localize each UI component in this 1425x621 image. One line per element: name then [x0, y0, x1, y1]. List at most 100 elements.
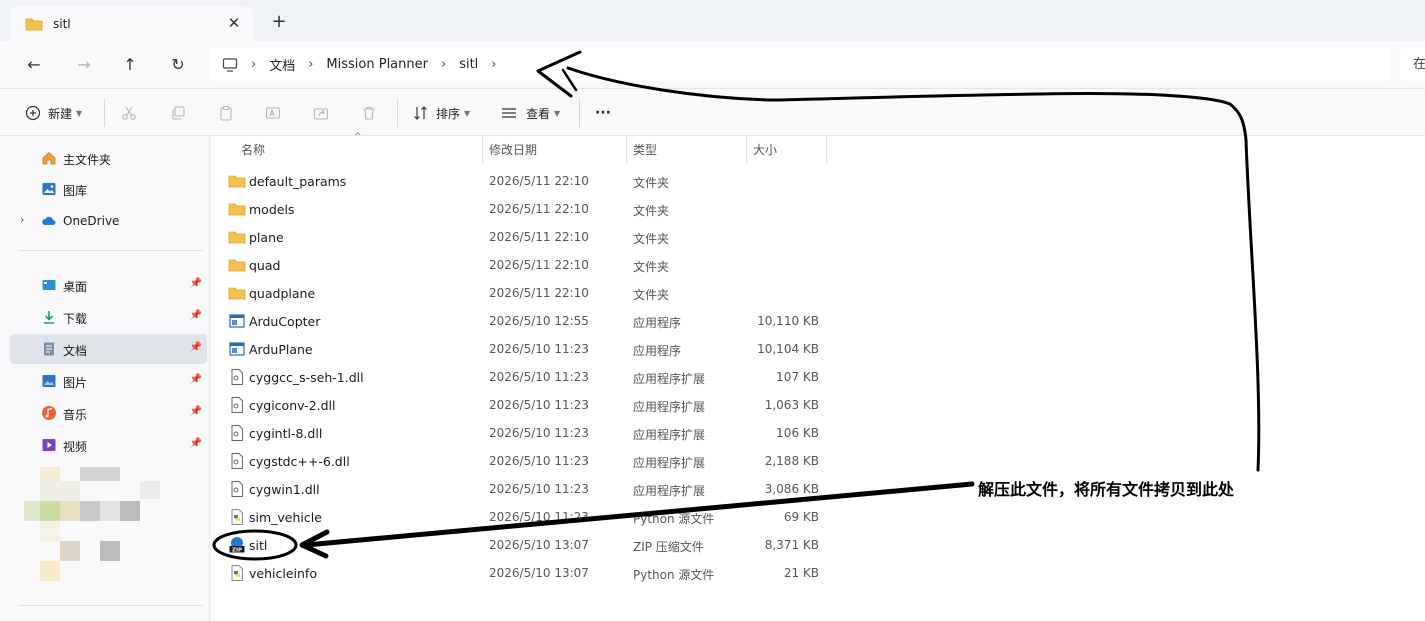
delete-button[interactable]	[361, 101, 377, 125]
pin-icon[interactable]: 📌	[190, 438, 202, 449]
column-header-size[interactable]: 大小	[753, 135, 777, 163]
column-divider[interactable]	[626, 136, 627, 164]
file-row[interactable]: cyggcc_s-seh-1.dll 2026/5/10 11:23 应用程序扩展 1…	[215, 363, 835, 391]
file-row[interactable]: quad 2026/5/11 22:10 文件夹	[215, 251, 835, 279]
file-name: ArduPlane	[249, 342, 313, 357]
back-button[interactable]: ←	[22, 53, 46, 77]
column-header-modified[interactable]: 修改日期	[489, 135, 537, 163]
file-type: 应用程序	[633, 344, 682, 358]
file-size: 10,104 KB	[757, 342, 819, 356]
sidebar-item-pictures[interactable]: 图片 📌	[10, 366, 207, 396]
file-row[interactable]: quadplane 2026/5/11 22:10 文件夹	[215, 279, 835, 307]
column-divider[interactable]	[482, 136, 483, 164]
file-row[interactable]: cygwin1.dll 2026/5/10 11:23 应用程序扩展 3,086 KB	[215, 475, 835, 503]
file-row[interactable]: models 2026/5/11 22:10 文件夹	[215, 195, 835, 223]
file-row[interactable]: vehicleinfo 2026/5/10 13:07 Python 源文件 21 K…	[215, 559, 835, 587]
navigation-pane: 主文件夹 图库 › OneDrive 桌面 📌 下载 📌 文档 📌 图片 📌 音…	[0, 136, 210, 621]
more-options-button[interactable]: ···	[595, 101, 611, 125]
breadcrumb-separator[interactable]: ›	[441, 57, 446, 72]
pin-icon[interactable]: 📌	[190, 342, 202, 353]
share-button[interactable]	[313, 101, 329, 125]
title-bar: sitl ✕ +	[0, 0, 1425, 41]
sidebar-item-music[interactable]: 音乐 📌	[10, 398, 207, 428]
file-row[interactable]: sim_vehicle 2026/5/10 11:23 Python 源文件 69 K…	[215, 503, 835, 531]
computer-icon[interactable]	[222, 57, 238, 73]
tab-sitl[interactable]: sitl ✕	[10, 6, 253, 41]
file-row[interactable]: cygiconv-2.dll 2026/5/10 11:23 应用程序扩展 1,063…	[215, 391, 835, 419]
copy-icon	[172, 106, 185, 120]
search-input[interactable]: 在	[1400, 48, 1425, 81]
copy-button[interactable]	[170, 101, 186, 125]
new-button[interactable]: 新建 ▼	[25, 101, 82, 125]
up-button[interactable]: ↑	[118, 53, 142, 77]
file-size: 21 KB	[783, 566, 819, 580]
dll-icon	[228, 452, 246, 470]
sort-button[interactable]: 排序 ▼	[413, 101, 470, 125]
file-modified-date: 2026/5/10 11:23	[489, 426, 589, 440]
file-row[interactable]: ArduCopter 2026/5/10 12:55 应用程序 10,110 KB	[215, 307, 835, 335]
breadcrumb-separator[interactable]: ›	[251, 57, 256, 72]
file-modified-date: 2026/5/11 22:10	[489, 258, 589, 272]
rename-button[interactable]	[265, 101, 281, 125]
paste-button[interactable]	[218, 101, 234, 125]
file-row[interactable]: default_params 2026/5/11 22:10 文件夹	[215, 167, 835, 195]
pin-icon[interactable]: 📌	[190, 406, 202, 417]
file-row[interactable]: ZIP sitl 2026/5/10 13:07 ZIP 压缩文件 8,371 KB	[215, 531, 835, 559]
pin-icon[interactable]: 📌	[190, 278, 202, 289]
file-type: 应用程序扩展	[633, 456, 706, 470]
file-row[interactable]: cygstdc++-6.dll 2026/5/10 11:23 应用程序扩展 2,18…	[215, 447, 835, 475]
file-size: 106 KB	[776, 426, 819, 440]
close-tab-icon[interactable]: ✕	[225, 14, 243, 32]
file-modified-date: 2026/5/10 12:55	[489, 314, 589, 328]
sidebar-item-downloads[interactable]: 下载 📌	[10, 302, 207, 332]
column-header-name[interactable]: 名称	[241, 135, 265, 163]
breadcrumb-documents[interactable]: 文档	[269, 55, 295, 74]
breadcrumb-separator[interactable]: ›	[491, 57, 496, 72]
sidebar-item-onedrive[interactable]: › OneDrive	[10, 206, 207, 236]
cut-button[interactable]	[121, 101, 137, 125]
file-modified-date: 2026/5/10 13:07	[489, 538, 589, 552]
gallery-icon	[42, 183, 56, 195]
column-header-type[interactable]: 类型	[633, 135, 657, 163]
blurred-region	[40, 481, 80, 501]
file-row[interactable]: plane 2026/5/11 22:10 文件夹	[215, 223, 835, 251]
documents-icon	[44, 342, 54, 356]
forward-button[interactable]: →	[72, 53, 96, 77]
sidebar-item-videos[interactable]: 视频 📌	[10, 430, 207, 460]
pin-icon[interactable]: 📌	[190, 310, 202, 321]
blurred-region	[60, 501, 80, 521]
view-button[interactable]: 查看 ▼	[501, 101, 560, 125]
column-divider[interactable]	[746, 136, 747, 164]
file-size: 107 KB	[776, 370, 819, 384]
annotation-text: 解压此文件，将所有文件拷贝到此处	[978, 480, 1235, 499]
column-divider[interactable]	[826, 136, 827, 164]
file-row[interactable]: ArduPlane 2026/5/10 11:23 应用程序 10,104 KB	[215, 335, 835, 363]
command-bar: 新建 ▼ 排序 ▼ 查看 ▼ ···	[0, 89, 1425, 136]
sidebar-item-home[interactable]: 主文件夹	[10, 143, 207, 173]
file-name: quadplane	[249, 286, 316, 301]
address-bar[interactable]: › 文档 › Mission Planner › sitl ›	[210, 48, 1390, 81]
folder-icon	[228, 256, 246, 274]
sidebar-item-documents[interactable]: 文档 📌	[10, 334, 207, 364]
sidebar-item-label: 音乐	[63, 408, 88, 422]
blurred-region	[80, 501, 100, 521]
breadcrumb-sitl[interactable]: sitl	[459, 57, 478, 72]
pin-icon[interactable]: 📌	[190, 374, 202, 385]
sidebar-item-desktop[interactable]: 桌面 📌	[10, 270, 207, 300]
file-type: ZIP 压缩文件	[633, 540, 704, 554]
chevron-right-icon[interactable]: ›	[20, 213, 24, 226]
refresh-button[interactable]: ↻	[166, 53, 190, 77]
new-tab-button[interactable]: +	[270, 13, 288, 31]
file-name: sim_vehicle	[249, 510, 322, 525]
sidebar-item-gallery[interactable]: 图库	[10, 174, 207, 204]
file-type: 应用程序扩展	[633, 372, 706, 386]
breadcrumb-mission-planner[interactable]: Mission Planner	[326, 57, 428, 72]
file-row[interactable]: cygintl-8.dll 2026/5/10 11:23 应用程序扩展 106 KB	[215, 419, 835, 447]
dll-icon	[228, 424, 246, 442]
breadcrumb-separator[interactable]: ›	[308, 57, 313, 72]
file-modified-date: 2026/5/11 22:10	[489, 202, 589, 216]
toolbar-divider	[104, 99, 105, 127]
file-modified-date: 2026/5/10 11:23	[489, 398, 589, 412]
file-type: 应用程序	[633, 316, 682, 330]
video-icon	[42, 439, 56, 451]
